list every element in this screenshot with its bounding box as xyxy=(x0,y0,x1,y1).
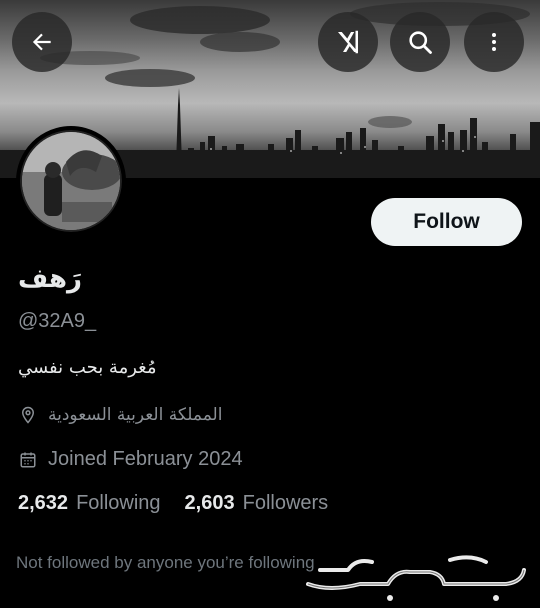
user-handle: @32A9_ xyxy=(18,310,97,332)
joined-row: Joined February 2024 xyxy=(18,448,243,471)
arrow-left-icon xyxy=(32,33,51,51)
grok-button[interactable] xyxy=(318,12,378,72)
followers-count: 2,603 xyxy=(184,492,235,514)
search-button[interactable] xyxy=(390,12,450,72)
back-button[interactable] xyxy=(12,12,72,72)
bio: مُغرمة بحب نفسي xyxy=(18,357,157,378)
followers-label: Followers xyxy=(242,492,329,514)
location-pin-icon xyxy=(18,405,38,425)
followers-link[interactable]: 2,603 Followers xyxy=(185,492,329,515)
grok-icon xyxy=(338,30,358,54)
avatar-image xyxy=(22,132,120,230)
following-label: Following xyxy=(76,492,161,514)
search-icon xyxy=(409,31,432,54)
follow-button[interactable]: Follow xyxy=(371,198,522,246)
following-count: 2,632 xyxy=(18,492,69,514)
follow-stats: 2,632 Following 2,603 Followers xyxy=(18,492,352,515)
calendar-icon xyxy=(18,450,38,470)
joined-text: Joined February 2024 xyxy=(48,448,243,470)
more-button[interactable] xyxy=(464,12,524,72)
more-vertical-icon xyxy=(492,33,496,51)
location-text: المملكة العربية السعودية xyxy=(48,405,223,425)
avatar[interactable] xyxy=(16,126,126,236)
following-link[interactable]: 2,632 Following xyxy=(18,492,161,515)
display-name: رَهف xyxy=(18,264,82,294)
haraj-watermark-logo xyxy=(306,555,526,601)
not-followed-text: Not followed by anyone you’re following xyxy=(16,553,315,572)
location-row: المملكة العربية السعودية xyxy=(18,405,222,425)
